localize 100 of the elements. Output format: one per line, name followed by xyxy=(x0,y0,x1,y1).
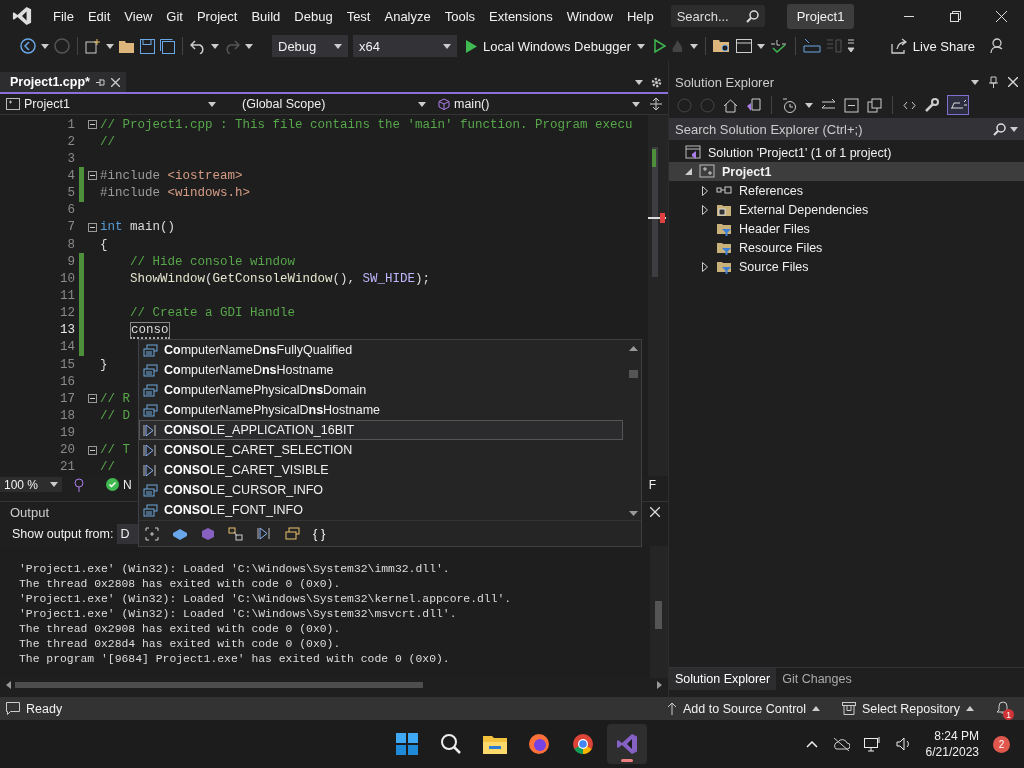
restore-icon[interactable] xyxy=(949,10,961,22)
panel-tab[interactable]: Solution Explorer xyxy=(669,668,777,690)
menu-item[interactable]: Tools xyxy=(437,4,483,28)
document-icon[interactable] xyxy=(746,97,761,113)
notification-badge[interactable]: 2 xyxy=(993,735,1010,753)
menu-item[interactable]: File xyxy=(46,4,81,28)
wrench-icon[interactable] xyxy=(924,97,939,113)
clock[interactable]: 8:24 PM 6/21/2023 xyxy=(925,728,979,760)
back-icon[interactable] xyxy=(20,38,36,54)
solution-name[interactable]: Project1 xyxy=(786,3,855,29)
comment-icon[interactable] xyxy=(803,38,822,54)
completion-item[interactable]: ComputerNameDnsHostname xyxy=(139,360,623,380)
spell-check-icon[interactable] xyxy=(770,38,789,54)
menu-item[interactable]: Test xyxy=(339,4,378,28)
search-field[interactable]: Search... xyxy=(670,5,765,27)
completion-item[interactable]: CONSOLE_APPLICATION_16BIT xyxy=(139,420,623,440)
collapse-icon[interactable] xyxy=(88,222,97,232)
completion-item[interactable]: ComputerNamePhysicalDnsHostname xyxy=(139,400,623,420)
scrollbar[interactable] xyxy=(650,546,668,678)
menu-item[interactable]: Project xyxy=(189,4,245,28)
open-folder-icon[interactable] xyxy=(119,39,135,53)
menu-item[interactable]: Debug xyxy=(287,4,340,28)
scroll-down-icon[interactable] xyxy=(629,511,638,516)
live-share-button[interactable]: Live Share xyxy=(890,38,975,54)
panel-tab[interactable]: Git Changes xyxy=(776,668,858,690)
close-icon[interactable] xyxy=(110,77,120,87)
braces-filter[interactable]: { } xyxy=(313,526,326,541)
close-icon[interactable] xyxy=(650,506,660,517)
collapse-icon[interactable] xyxy=(88,171,97,181)
overflow-icon[interactable] xyxy=(847,38,856,54)
expand-arrow-icon[interactable] xyxy=(702,204,708,215)
menu-item[interactable]: Git xyxy=(159,4,190,28)
menu-item[interactable]: Edit xyxy=(80,4,118,28)
configuration-dropdown[interactable]: Debug xyxy=(272,35,348,57)
project-dropdown[interactable]: Project1 xyxy=(0,95,222,113)
collapse-icon[interactable] xyxy=(88,445,97,455)
tree-row[interactable]: Header Files xyxy=(669,219,1024,238)
block-icon[interactable] xyxy=(172,526,188,541)
search-field[interactable]: Search Solution Explorer (Ctrl+;) xyxy=(669,118,1024,140)
scroll-left-icon[interactable] xyxy=(6,681,11,689)
bracket-frame-icon[interactable] xyxy=(145,526,159,541)
folder-search-icon[interactable] xyxy=(713,38,732,54)
home-icon[interactable] xyxy=(723,97,738,113)
search-icon[interactable] xyxy=(440,733,462,755)
speaker-icon[interactable] xyxy=(895,737,912,751)
zoom-dropdown[interactable]: 100 % xyxy=(0,477,62,492)
document-tab[interactable]: Project1.cpp* xyxy=(0,72,126,92)
collapse-icon[interactable] xyxy=(88,120,97,130)
folder-icon[interactable] xyxy=(483,734,507,754)
tree-row-selected[interactable]: Project1 xyxy=(669,162,1024,181)
run-button[interactable]: Local Windows Debugger xyxy=(462,35,650,57)
collapse-icon[interactable] xyxy=(88,394,97,404)
cube-icon[interactable] xyxy=(201,526,215,541)
network-icon[interactable] xyxy=(863,736,882,752)
completion-item[interactable]: CONSOLE_CURSOR_INFO xyxy=(139,480,623,500)
play-outline-icon[interactable] xyxy=(654,39,667,53)
completion-item[interactable]: CONSOLE_CARET_VISIBLE xyxy=(139,460,623,480)
cloud-off-icon[interactable] xyxy=(831,737,850,751)
tree-row[interactable]: External Dependencies xyxy=(669,200,1024,219)
scroll-right-icon[interactable] xyxy=(657,681,662,689)
expanded-arrow-icon[interactable] xyxy=(684,168,692,175)
scrollbar[interactable] xyxy=(648,115,668,476)
firefox-icon[interactable] xyxy=(528,733,550,755)
add-to-source-control-button[interactable]: Add to Source Control xyxy=(667,701,821,716)
member-dropdown[interactable]: main() xyxy=(432,95,646,113)
collapse-all-icon[interactable] xyxy=(844,97,859,113)
code-icon[interactable] xyxy=(903,100,916,110)
visual-studio-icon[interactable] xyxy=(616,733,638,755)
menu-item[interactable]: Help xyxy=(619,4,661,28)
close-icon[interactable] xyxy=(995,10,1007,22)
menu-item[interactable]: Extensions xyxy=(482,4,560,28)
close-icon[interactable] xyxy=(1008,77,1018,87)
select-repository-button[interactable]: Select Repository xyxy=(842,701,974,716)
save-icon[interactable] xyxy=(140,38,155,54)
copy-icon[interactable] xyxy=(867,97,882,113)
clock-icon[interactable] xyxy=(782,97,797,113)
completion-item[interactable]: ComputerNamePhysicalDnsDomain xyxy=(139,380,623,400)
split-icon[interactable] xyxy=(650,98,662,110)
brush-icon[interactable] xyxy=(72,477,86,492)
scroll-up-icon[interactable] xyxy=(629,346,638,351)
tree-row[interactable]: Resource Files xyxy=(669,238,1024,257)
shapes-icon[interactable] xyxy=(228,526,244,541)
menu-item[interactable]: Build xyxy=(244,4,288,28)
windows-start-icon[interactable] xyxy=(396,733,418,755)
menu-item[interactable]: View xyxy=(117,4,160,28)
chrome-icon[interactable] xyxy=(572,733,594,755)
tree-row[interactable]: Solution 'Project1' (1 of 1 project) xyxy=(669,143,1024,162)
menu-item[interactable]: Window xyxy=(559,4,620,28)
scroll-thumb[interactable] xyxy=(629,370,638,378)
dropdown-arrow-icon[interactable] xyxy=(635,79,643,85)
expand-arrow-icon[interactable] xyxy=(702,261,708,272)
pin-icon[interactable] xyxy=(989,76,998,88)
menu-item[interactable]: Analyze xyxy=(377,4,438,28)
platform-dropdown[interactable]: x64 xyxy=(353,35,457,57)
pin-icon[interactable] xyxy=(95,77,105,87)
minimize-icon[interactable] xyxy=(904,15,914,17)
macro-icon[interactable] xyxy=(257,527,272,540)
tree-row[interactable]: References xyxy=(669,181,1024,200)
undo-icon[interactable] xyxy=(190,38,206,54)
expand-arrow-icon[interactable] xyxy=(702,185,708,196)
